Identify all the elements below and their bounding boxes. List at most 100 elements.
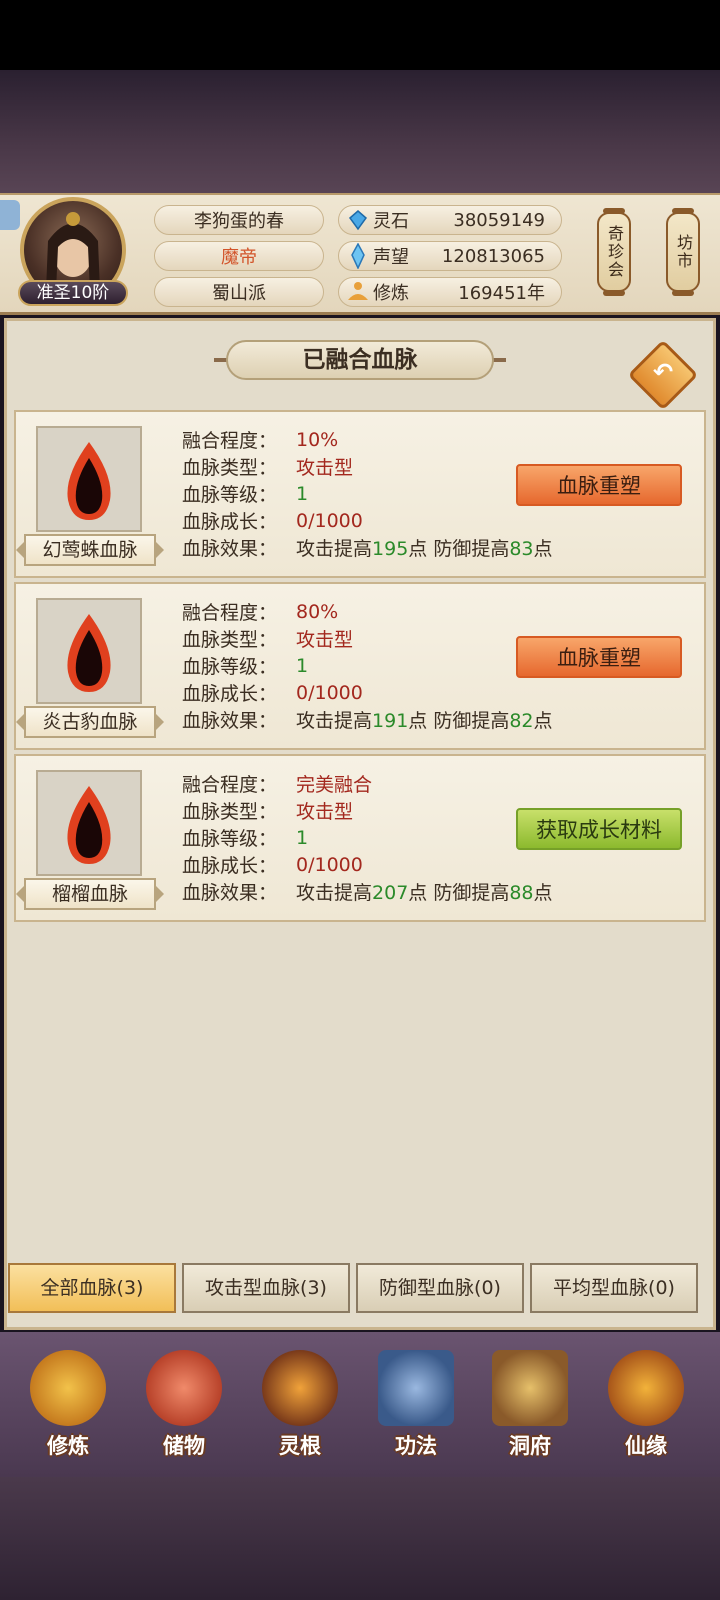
effect-text: 点 [533, 538, 553, 560]
nav-item-cultivate[interactable]: 修炼 [18, 1350, 118, 1470]
side-tab[interactable] [0, 200, 20, 230]
cave-mansion-icon [492, 1350, 568, 1426]
stat-label: 灵石 [373, 211, 409, 232]
spirit-root-icon [262, 1350, 338, 1426]
market-lantern[interactable]: 坊市 [666, 208, 700, 296]
effect-text: 点 防御提高 [408, 538, 510, 560]
field-label: 血脉类型： [182, 457, 278, 479]
field-label: 血脉类型： [182, 801, 278, 823]
level-row: 血脉等级： 1 [182, 480, 553, 507]
treasure-fair-lantern[interactable]: 奇珍会 [597, 208, 631, 296]
background-lower [0, 1475, 720, 1600]
tab-balanced-bloodlines[interactable]: 平均型血脉(0) [530, 1263, 698, 1313]
field-label: 融合程度： [182, 602, 278, 624]
bloodline-thumbnail [36, 598, 142, 704]
reshape-bloodline-button[interactable]: 血脉重塑 [516, 464, 682, 506]
player-sect: 蜀山派 [154, 277, 324, 307]
stat-cultivation: 修炼 169451年 [338, 277, 562, 307]
bloodline-card: 炎古豹血脉 融合程度： 80% 血脉类型： 攻击型 血脉等级： 1 血脉成长： 0/10… [14, 582, 706, 750]
field-label: 血脉成长： [182, 855, 278, 877]
growth-value: 0/1000 [296, 681, 363, 704]
fusion-value: 80% [296, 600, 339, 623]
get-growth-material-button[interactable]: 获取成长材料 [516, 808, 682, 850]
field-label: 血脉等级： [182, 484, 278, 506]
nav-item-fate[interactable]: 仙缘 [596, 1350, 696, 1470]
fusion-value: 完美融合 [296, 774, 373, 796]
level-row: 血脉等级： 1 [182, 652, 553, 679]
attack-bonus: 195 [372, 538, 409, 560]
growth-row: 血脉成长： 0/1000 [182, 851, 553, 878]
stat-spirit-stone: 灵石 38059149 [338, 205, 562, 235]
rank-badge: 准圣10阶 [18, 280, 128, 306]
fusion-row: 融合程度： 80% [182, 598, 553, 625]
bloodline-name: 炎古豹血脉 [16, 706, 164, 738]
player-name: 李狗蛋的春 [154, 205, 324, 235]
panel-title: 已融合血脉 [226, 340, 494, 380]
level-value: 1 [296, 654, 309, 677]
nav-label: 修炼 [47, 1434, 89, 1458]
attack-bonus: 191 [372, 710, 409, 732]
type-row: 血脉类型： 攻击型 [182, 453, 553, 480]
effect-text: 点 防御提高 [408, 710, 510, 732]
effect-row: 血脉效果： 攻击提高207点 防御提高88点 [182, 878, 553, 905]
type-row: 血脉类型： 攻击型 [182, 797, 553, 824]
tab-defense-bloodlines[interactable]: 防御型血脉(0) [356, 1263, 524, 1313]
effect-text: 攻击提高 [296, 538, 373, 560]
level-value: 1 [296, 826, 309, 849]
field-label: 血脉效果： [182, 710, 278, 732]
nav-item-spirit-root[interactable]: 灵根 [250, 1350, 350, 1470]
meditation-icon [343, 277, 373, 307]
bloodline-thumbnail [36, 770, 142, 876]
field-label: 融合程度： [182, 430, 278, 452]
type-row: 血脉类型： 攻击型 [182, 625, 553, 652]
nav-item-technique[interactable]: 功法 [366, 1350, 466, 1470]
title-rod-right [492, 358, 506, 362]
background-upper [0, 70, 720, 198]
field-label: 血脉类型： [182, 629, 278, 651]
field-label: 血脉效果： [182, 882, 278, 904]
type-value: 攻击型 [296, 457, 354, 479]
field-label: 血脉成长： [182, 683, 278, 705]
effect-text: 攻击提高 [296, 882, 373, 904]
effect-value: 攻击提高195点 防御提高83点 [296, 534, 553, 561]
nav-item-storage[interactable]: 储物 [134, 1350, 234, 1470]
tab-all-bloodlines[interactable]: 全部血脉(3) [8, 1263, 176, 1313]
prestige-crystal-icon [343, 241, 373, 271]
nav-label: 仙缘 [625, 1434, 667, 1458]
field-label: 血脉等级： [182, 656, 278, 678]
bloodline-name: 幻莺蛛血脉 [16, 534, 164, 566]
tab-attack-bloodlines[interactable]: 攻击型血脉(3) [182, 1263, 350, 1313]
level-value: 1 [296, 482, 309, 505]
bloodline-filter-bar: 全部血脉(3) 攻击型血脉(3) 防御型血脉(0) 平均型血脉(0) [8, 1263, 712, 1313]
technique-book-icon [378, 1350, 454, 1426]
reshape-bloodline-button[interactable]: 血脉重塑 [516, 636, 682, 678]
effect-text: 点 [533, 710, 553, 732]
field-label: 血脉成长： [182, 511, 278, 533]
stat-label: 修炼 [373, 283, 409, 304]
growth-value: 0/1000 [296, 509, 363, 532]
cultivate-icon [30, 1350, 106, 1426]
blood-drop-icon [67, 614, 111, 692]
effect-text: 点 [533, 882, 553, 904]
defense-bonus: 83 [509, 538, 534, 560]
defense-bonus: 88 [509, 882, 534, 904]
bloodline-card: 榴榴血脉 融合程度： 完美融合 血脉类型： 攻击型 血脉等级： 1 血脉成长： 0/10… [14, 754, 706, 922]
nav-label: 功法 [395, 1434, 437, 1458]
status-bar [0, 0, 720, 70]
fusion-row: 融合程度： 完美融合 [182, 770, 553, 797]
nav-label: 洞府 [509, 1434, 551, 1458]
bloodline-name: 榴榴血脉 [16, 878, 164, 910]
field-label: 融合程度： [182, 774, 278, 796]
effect-row: 血脉效果： 攻击提高195点 防御提高83点 [182, 534, 553, 561]
bottom-nav: 修炼 储物 灵根 功法 洞府 仙缘 [0, 1332, 720, 1477]
field-label: 血脉等级： [182, 828, 278, 850]
bloodline-thumbnail [36, 426, 142, 532]
nav-label: 储物 [163, 1434, 205, 1458]
defense-bonus: 82 [509, 710, 534, 732]
effect-value: 攻击提高207点 防御提高88点 [296, 878, 553, 905]
nav-label: 灵根 [279, 1434, 321, 1458]
spirit-stone-icon [343, 205, 373, 235]
effect-value: 攻击提高191点 防御提高82点 [296, 706, 553, 733]
nav-item-cave-mansion[interactable]: 洞府 [480, 1350, 580, 1470]
stat-value: 169451年 [458, 283, 545, 304]
